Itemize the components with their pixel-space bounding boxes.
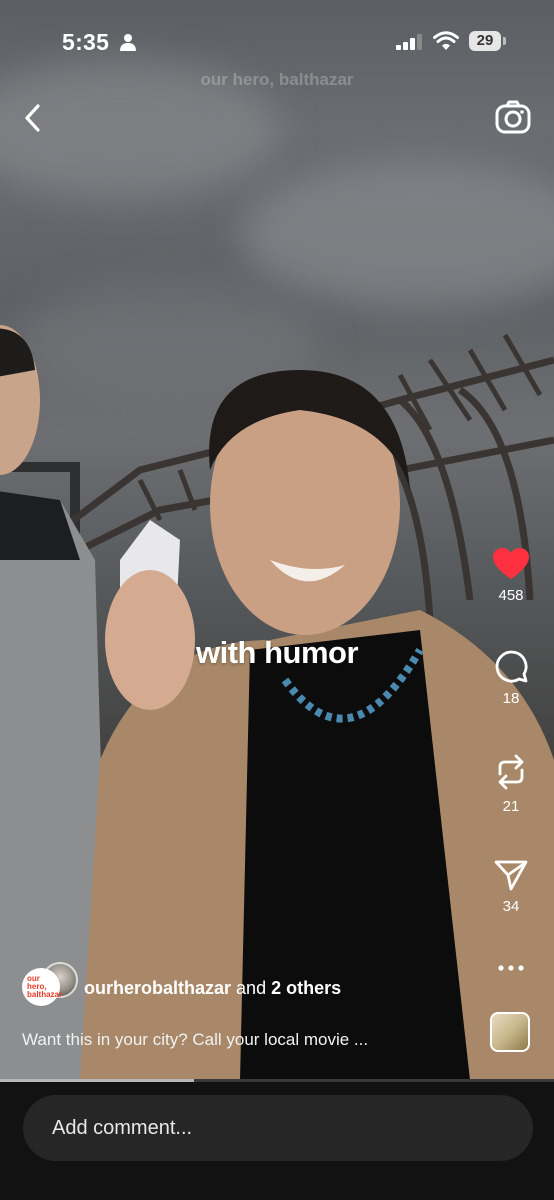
author-avatar-logo: our hero, balthazar (27, 974, 63, 999)
status-bar: 5:35 29 (0, 0, 554, 80)
more-options-button[interactable] (484, 958, 538, 978)
share-count: 34 (502, 898, 520, 915)
comment-bar: Add comment... (0, 1082, 554, 1200)
video-watermark: our hero, balthazar (200, 70, 354, 89)
camera-icon[interactable] (494, 100, 532, 136)
repost-button[interactable]: 21 (484, 752, 538, 815)
status-time: 5:35 (62, 29, 110, 55)
share-button[interactable]: 34 (484, 858, 538, 915)
author-others[interactable]: 2 others (271, 978, 341, 998)
like-button[interactable]: 458 (484, 547, 538, 604)
wifi-icon (433, 31, 459, 50)
author-avatar[interactable]: our hero, balthazar (22, 968, 63, 1006)
chevron-left-icon[interactable] (18, 100, 50, 136)
comment-button[interactable]: 18 (484, 648, 538, 707)
person-icon (120, 34, 136, 51)
video-player[interactable] (0, 0, 554, 1080)
battery-nub (503, 37, 506, 45)
author-username[interactable]: ourherobalthazar (84, 978, 231, 998)
author-line[interactable]: ourherobalthazar and 2 others (84, 978, 341, 999)
send-icon (494, 860, 528, 891)
comment-count: 18 (502, 690, 520, 707)
audio-thumbnail[interactable] (490, 1012, 530, 1052)
add-comment-input[interactable]: Add comment... (23, 1095, 533, 1161)
comment-icon (495, 650, 528, 683)
more-horizontal-icon (498, 965, 524, 971)
battery-icon: 29 (469, 31, 501, 51)
video-scene (0, 325, 554, 1080)
repost-count: 21 (502, 798, 520, 815)
post-author-row[interactable]: our hero, balthazar ourherobalthazar and… (22, 962, 462, 1014)
post-description[interactable]: Want this in your city? Call your local … (22, 1030, 368, 1050)
repost-icon (498, 754, 524, 790)
video-caption: with humor (195, 635, 359, 670)
heart-icon (493, 548, 529, 579)
author-conjunction: and (236, 978, 267, 998)
cellular-signal-icon (396, 34, 422, 50)
like-count: 458 (498, 587, 524, 604)
